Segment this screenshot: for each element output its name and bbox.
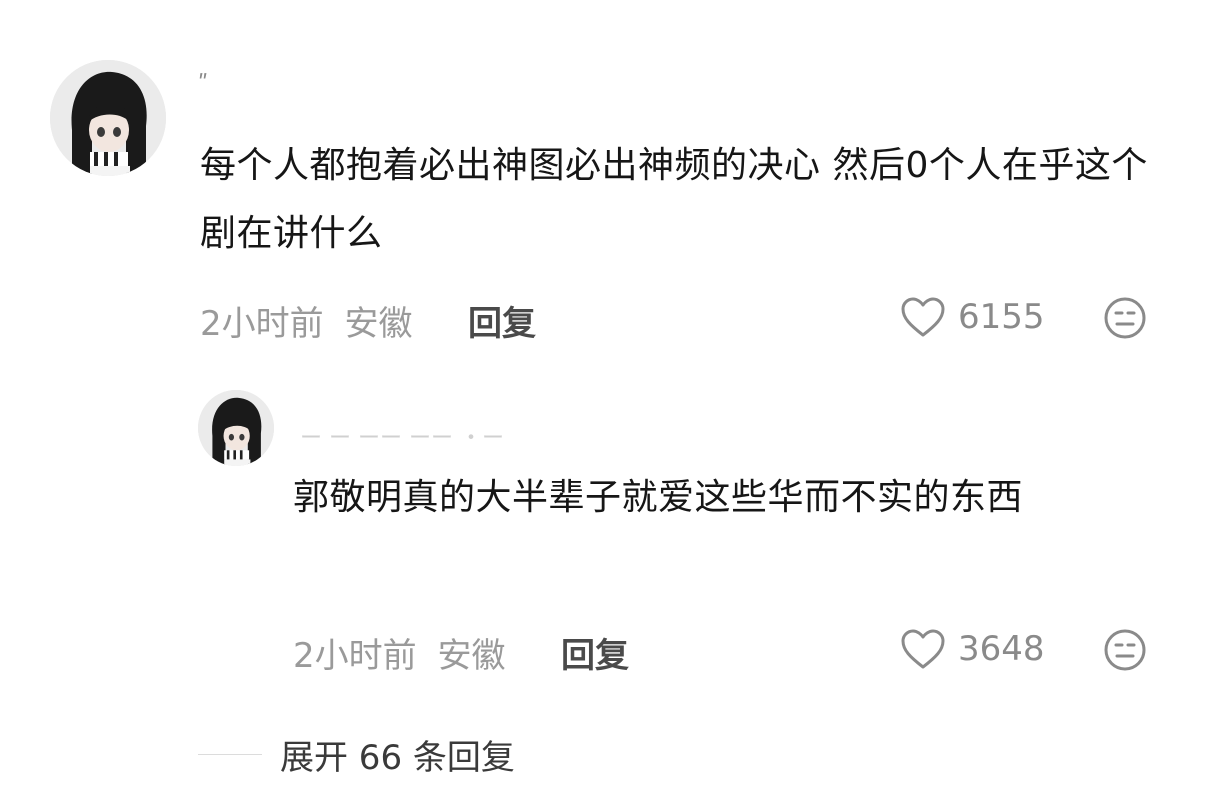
- expand-replies-button[interactable]: 展开 66 条回复: [280, 730, 515, 779]
- reply-button[interactable]: 回复: [561, 628, 629, 677]
- heart-outline-icon: [901, 297, 945, 337]
- like-button[interactable]: 3648: [900, 628, 1045, 670]
- dislike-button[interactable]: [1103, 628, 1147, 672]
- meh-face-icon: [1104, 297, 1146, 339]
- comment-username[interactable]: ʺ: [198, 72, 238, 102]
- like-button[interactable]: 6155: [900, 296, 1045, 338]
- heart-outline-icon: [901, 629, 945, 669]
- reply-username[interactable]: ー ー ーー ーー ・ー: [300, 420, 560, 446]
- expand-divider: [198, 754, 262, 755]
- reply-text: 郭敬明真的大半辈子就爱这些华而不实的东西: [293, 477, 1024, 518]
- meh-face-icon: [1104, 629, 1146, 671]
- comment-time-ago: 2小时前: [200, 304, 324, 344]
- reply-location: 安徽: [437, 636, 506, 676]
- doll-avatar-image: [50, 60, 166, 176]
- avatar[interactable]: [198, 390, 274, 466]
- comment-location: 安徽: [344, 304, 413, 344]
- dislike-button[interactable]: [1103, 296, 1147, 340]
- avatar[interactable]: [50, 60, 166, 176]
- reply-time: 2小时前 安徽: [293, 628, 505, 677]
- reply-time-ago: 2小时前: [293, 636, 417, 676]
- like-count: 3648: [958, 629, 1045, 669]
- doll-avatar-image: [198, 390, 274, 466]
- like-count: 6155: [958, 297, 1045, 337]
- reply-button[interactable]: 回复: [468, 296, 536, 345]
- comment-time: 2小时前 安徽: [200, 296, 412, 345]
- comment-text: 每个人都抱着必出神图必出神频的决心 然后0个人在乎这个剧在讲什么: [200, 145, 1148, 254]
